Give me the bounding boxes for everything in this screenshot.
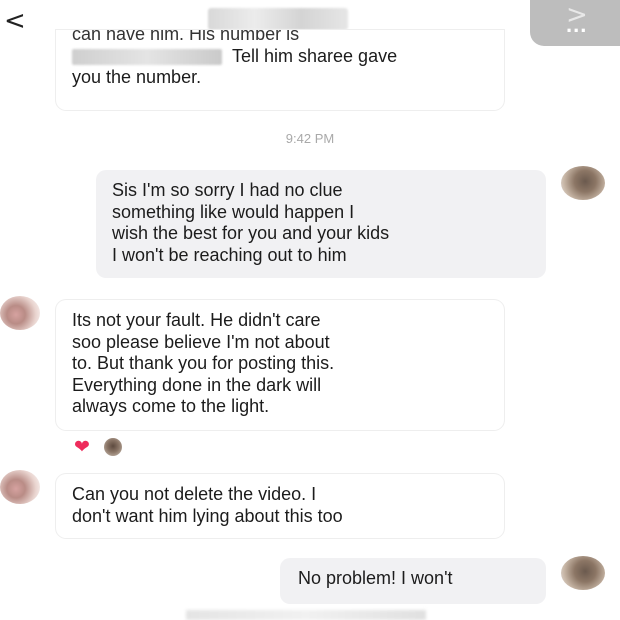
message-line: something like would happen I <box>112 201 355 222</box>
more-dots-icon: ... <box>566 12 588 37</box>
my-avatar[interactable] <box>561 556 605 590</box>
reactor-avatar <box>104 438 122 456</box>
my-avatar[interactable] <box>561 166 605 200</box>
heart-icon: ❤ <box>74 436 90 458</box>
message-line: Tell him sharee gave <box>232 45 398 66</box>
message-line: wish the best for you and your kids <box>112 223 390 243</box>
message-line: don't want him lying about this too <box>72 505 343 526</box>
contact-name-redacted <box>208 8 348 30</box>
message-line: always come to the light. <box>72 396 270 416</box>
message-line: you the number. <box>72 67 202 87</box>
more-options-button[interactable]: > ... <box>530 0 620 46</box>
message-line-with-redaction: Tell him sharee gave <box>72 46 488 68</box>
message-line: Sis I'm so sorry I had no clue <box>112 180 343 200</box>
message-line: can have him. His number is <box>72 30 300 44</box>
timestamp: 9:42 PM <box>285 131 335 146</box>
contact-avatar[interactable] <box>0 296 40 330</box>
redacted-number <box>72 48 222 65</box>
message-bubble-outgoing: No problem! I won't <box>280 558 546 604</box>
back-icon[interactable]: < <box>4 8 26 34</box>
message-line: I won't be reaching out to him <box>112 244 347 265</box>
message-bubble-outgoing: Sis I'm so sorry I had no clue something… <box>96 170 546 278</box>
contact-avatar[interactable] <box>0 470 40 504</box>
message-bubble-incoming: can have him. His number is Tell him sha… <box>56 30 504 110</box>
cut-off-status-text <box>186 610 426 620</box>
message-line: soo please believe I'm not about <box>72 331 330 352</box>
message-line: Everything done in the dark will <box>72 374 322 395</box>
message-line: No problem! I won't <box>298 568 453 588</box>
message-line: Its not your fault. He didn't care <box>72 310 321 330</box>
message-line: Can you not delete the video. I <box>72 484 317 504</box>
message-bubble-incoming: Its not your fault. He didn't care soo p… <box>56 300 504 430</box>
message-line: to. But thank you for posting this. <box>72 353 335 373</box>
message-bubble-incoming: Can you not delete the video. I don't wa… <box>56 474 504 538</box>
